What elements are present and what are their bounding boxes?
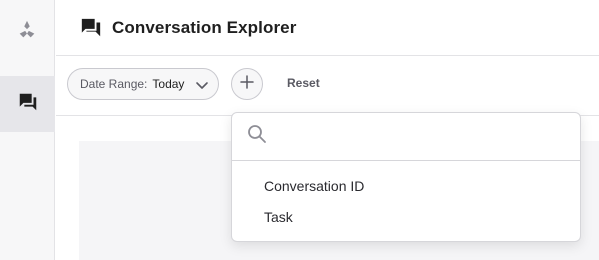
plus-icon [240,74,254,94]
conversations-icon [80,17,102,39]
reset-button[interactable]: Reset [287,76,320,90]
search-icon [247,124,267,149]
dropdown-search [232,113,580,161]
date-range-value: Today [152,77,185,91]
date-range-label: Date Range: [80,77,148,91]
page-title: Conversation Explorer [112,17,297,37]
chevron-down-icon [195,78,209,92]
dropdown-option-task[interactable]: Task [264,209,293,225]
rail-item-conversations[interactable] [0,76,55,132]
filter-bar: Date Range: Today Reset [56,56,599,116]
app: Conversation Explorer Date Range: Today … [0,0,599,260]
page-header: Conversation Explorer [56,0,599,56]
add-filter-button[interactable] [231,68,263,100]
conversations-icon [17,91,39,118]
dropdown-search-input[interactable] [277,124,567,149]
left-rail [0,0,55,260]
brand-logo-icon[interactable] [15,18,39,42]
date-range-filter-chip[interactable]: Date Range: Today [67,68,219,100]
dropdown-option-conversation-id[interactable]: Conversation ID [264,178,364,194]
add-filter-dropdown: Conversation ID Task [231,112,581,242]
